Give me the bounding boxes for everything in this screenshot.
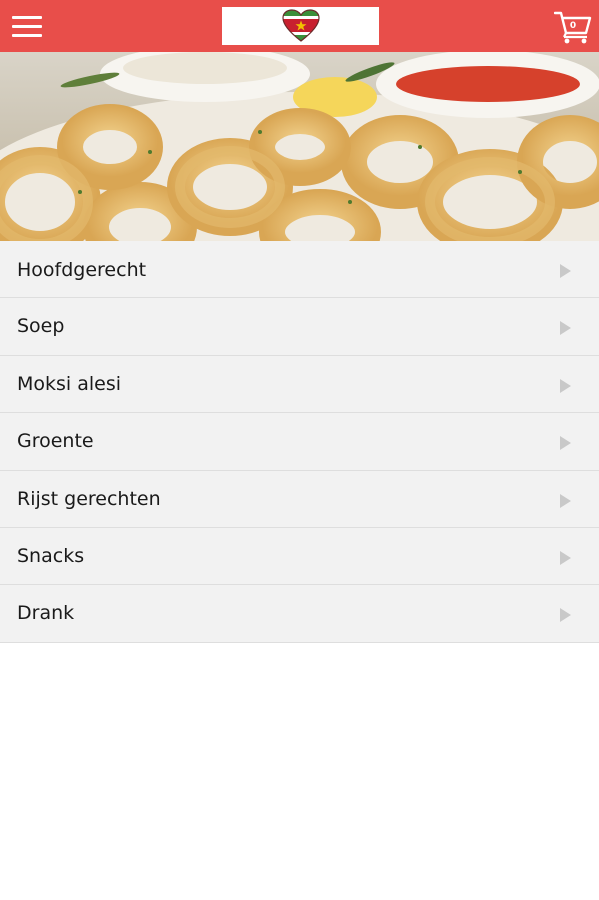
- app-logo: [222, 7, 379, 45]
- chevron-right-icon: [560, 264, 571, 278]
- category-item-rijst-gerechten[interactable]: Rijst gerechten: [0, 470, 599, 528]
- hamburger-menu-icon[interactable]: [12, 14, 42, 38]
- category-item-snacks[interactable]: Snacks: [0, 527, 599, 586]
- chevron-right-icon: [560, 378, 571, 393]
- category-label: Rijst gerechten: [17, 487, 161, 510]
- category-menu-list: Hoofdgerecht Soep Moksi alesi Groente Ri…: [0, 241, 599, 643]
- category-label: Groente: [17, 430, 94, 453]
- category-label: Hoofdgerecht: [17, 259, 147, 281]
- category-item-groente[interactable]: Groente: [0, 413, 599, 471]
- cart-count-badge: 0: [569, 21, 577, 31]
- category-item-soep[interactable]: Soep: [0, 298, 599, 356]
- chevron-right-icon: [560, 493, 571, 508]
- chevron-right-icon: [560, 436, 571, 451]
- chevron-right-icon: [560, 550, 571, 565]
- category-item-moksi-alesi[interactable]: Moksi alesi: [0, 355, 599, 414]
- top-app-bar: 0: [0, 0, 599, 52]
- category-label: Moksi alesi: [17, 372, 122, 395]
- fried-calamari-image: [0, 52, 599, 262]
- suriname-flag-heart-icon: [282, 9, 320, 42]
- category-item-drank[interactable]: Drank: [0, 585, 599, 643]
- shopping-cart-button[interactable]: 0: [553, 9, 592, 45]
- category-label: Drank: [17, 602, 75, 625]
- chevron-right-icon: [560, 608, 571, 623]
- hero-food-image: [0, 52, 599, 262]
- category-label: Snacks: [17, 544, 85, 567]
- category-item-hoofdgerecht[interactable]: Hoofdgerecht: [0, 241, 599, 299]
- category-label: Soep: [17, 315, 65, 338]
- chevron-right-icon: [560, 321, 571, 336]
